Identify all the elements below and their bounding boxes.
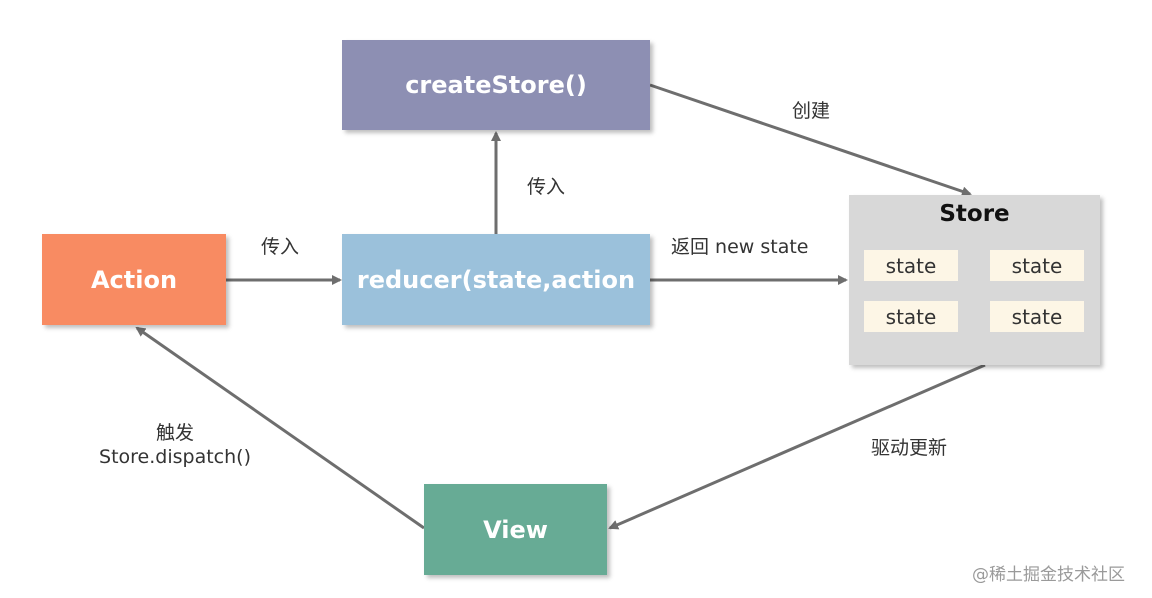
watermark: @稀土掘金技术社区 bbox=[972, 565, 1125, 585]
edge-label-reducer-createstore: 传入 bbox=[527, 176, 566, 198]
action-label: Action bbox=[90, 265, 178, 294]
createstore-node: createStore() bbox=[342, 40, 650, 130]
state-item: state bbox=[864, 301, 958, 332]
reducer-node: reducer(state,action bbox=[342, 234, 650, 325]
createstore-label: createStore() bbox=[405, 71, 587, 99]
edge-label-view-action-line1: 触发 bbox=[155, 422, 194, 444]
store-title: Store bbox=[939, 201, 1010, 227]
state-item: state bbox=[990, 250, 1084, 281]
view-node: View bbox=[424, 484, 607, 575]
reducer-label: reducer(state,action bbox=[356, 265, 636, 294]
edge-label-reducer-store: 返回 new state bbox=[671, 236, 809, 258]
store-node: Store state state state state bbox=[849, 195, 1100, 365]
edge-label-createstore-store: 创建 bbox=[792, 100, 831, 122]
action-node: Action bbox=[42, 234, 226, 325]
edge-label-store-view: 驱动更新 bbox=[871, 437, 948, 459]
edge-label-view-action-line2: Store.dispatch() bbox=[99, 446, 251, 468]
state-item: state bbox=[990, 301, 1084, 332]
edge-label-action-reducer: 传入 bbox=[261, 236, 300, 258]
state-item: state bbox=[864, 250, 958, 281]
view-label: View bbox=[483, 515, 548, 544]
